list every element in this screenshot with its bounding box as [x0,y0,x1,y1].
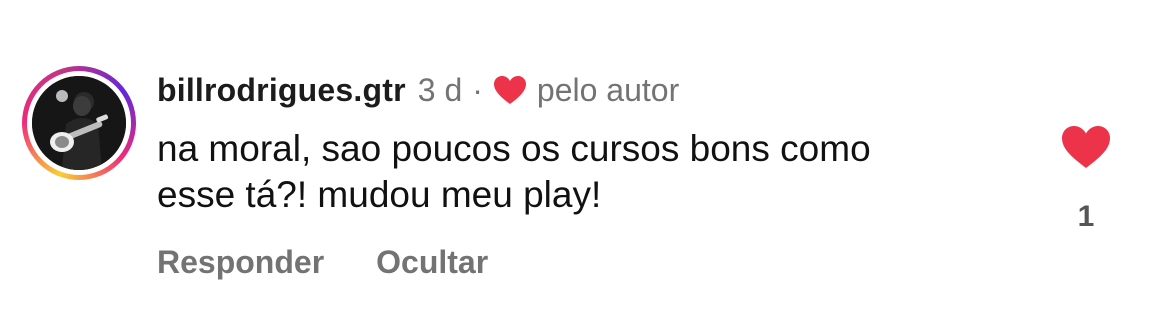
comment-item: billrodrigues.gtr 3 d · pelo autor na mo… [0,0,1170,314]
comment-text-line: esse tá?! mudou meu play! [157,174,602,215]
comment-header: billrodrigues.gtr 3 d · pelo autor [157,70,679,110]
comment-actions: Responder Ocultar [157,244,488,281]
avatar[interactable] [32,76,126,170]
liked-by-author-label: pelo autor [536,71,680,108]
like-button[interactable] [1058,124,1114,170]
comment-text-line: na moral, sao poucos os cursos bons como [157,128,871,169]
avatar-photo-icon [32,76,126,170]
comment-timestamp: 3 d [417,71,463,108]
heart-icon [493,76,526,104]
reply-button[interactable]: Responder [157,244,324,281]
comment-body: na moral, sao poucos os cursos bons como… [157,126,1037,218]
like-count: 1 [1077,200,1095,233]
heart-icon[interactable] [1060,124,1112,170]
separator-dot: · [472,71,483,108]
username-link[interactable]: billrodrigues.gtr [157,72,406,109]
hide-button[interactable]: Ocultar [376,244,488,281]
avatar-story-ring[interactable] [22,66,136,180]
